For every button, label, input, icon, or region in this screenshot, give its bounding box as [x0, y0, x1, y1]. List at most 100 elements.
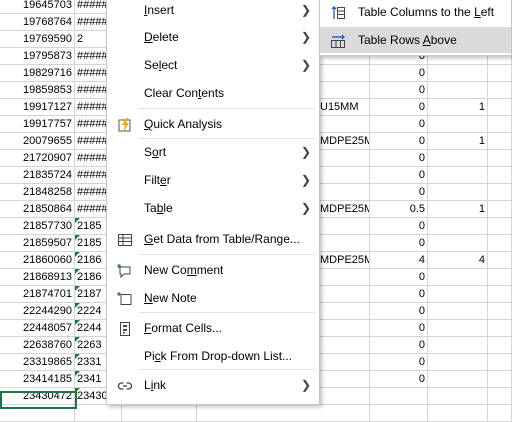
- cell-e[interactable]: 0: [370, 303, 428, 319]
- cell-d[interactable]: [318, 286, 370, 302]
- cell-e[interactable]: 0: [370, 235, 428, 251]
- cell-g[interactable]: [488, 371, 512, 387]
- cell-f[interactable]: [428, 65, 488, 81]
- cell-g[interactable]: [488, 82, 512, 98]
- cell-f[interactable]: [428, 371, 488, 387]
- cell-a[interactable]: 22638760: [0, 337, 75, 353]
- cell-f[interactable]: 1: [428, 99, 488, 115]
- cell-a[interactable]: 22448057: [0, 320, 75, 336]
- cell-d[interactable]: [318, 235, 370, 251]
- menu-item-new-comment[interactable]: New Comment: [107, 257, 319, 283]
- cell-f[interactable]: [428, 388, 488, 404]
- cell-f[interactable]: [428, 303, 488, 319]
- cell-d[interactable]: [318, 167, 370, 183]
- cell-a[interactable]: 21860060: [0, 252, 75, 268]
- cell-e[interactable]: 0: [370, 133, 428, 149]
- cell-e[interactable]: 0: [370, 65, 428, 81]
- cell-d[interactable]: [318, 218, 370, 234]
- cell-a[interactable]: 19859853: [0, 82, 75, 98]
- cell-a[interactable]: 19769590: [0, 31, 75, 47]
- cell-a[interactable]: 21868913: [0, 269, 75, 285]
- cell-g[interactable]: [488, 303, 512, 319]
- cell-g[interactable]: [488, 218, 512, 234]
- cell-d[interactable]: [318, 269, 370, 285]
- cell-a[interactable]: 19829716: [0, 65, 75, 81]
- cell-b[interactable]: [75, 405, 122, 421]
- cell-a[interactable]: 21874701: [0, 286, 75, 302]
- cell-e[interactable]: [370, 405, 428, 421]
- submenu-item-table-columns-left[interactable]: Table Columns to the Left: [320, 0, 511, 25]
- cell-e[interactable]: 0: [370, 337, 428, 353]
- menu-item-select[interactable]: Select ❯: [107, 52, 319, 78]
- cell-e[interactable]: 0: [370, 184, 428, 200]
- cell-g[interactable]: [488, 337, 512, 353]
- cell-a[interactable]: 19917757: [0, 116, 75, 132]
- cell-g[interactable]: [488, 133, 512, 149]
- cell-f[interactable]: [428, 116, 488, 132]
- cell-f[interactable]: [428, 320, 488, 336]
- cell-a[interactable]: 21835724: [0, 167, 75, 183]
- cell-e[interactable]: 4: [370, 252, 428, 268]
- cell-a[interactable]: 22244290: [0, 303, 75, 319]
- cell-d[interactable]: [318, 184, 370, 200]
- cell-f[interactable]: 1: [428, 201, 488, 217]
- cell-a[interactable]: 21859507: [0, 235, 75, 251]
- cell-a[interactable]: 23414185: [0, 371, 75, 387]
- cell-a[interactable]: 21850864: [0, 201, 75, 217]
- cell-a[interactable]: 21857730: [0, 218, 75, 234]
- menu-item-table[interactable]: Table ❯: [107, 195, 319, 221]
- cell-f[interactable]: 1: [428, 133, 488, 149]
- cell-c[interactable]: [122, 405, 197, 421]
- cell-e[interactable]: 0: [370, 116, 428, 132]
- cell-f[interactable]: [428, 150, 488, 166]
- cell-g[interactable]: [488, 150, 512, 166]
- cell-d[interactable]: MDPE25M: [318, 252, 370, 268]
- cell-e[interactable]: 0: [370, 150, 428, 166]
- cell-f[interactable]: [428, 218, 488, 234]
- cell-g[interactable]: [488, 116, 512, 132]
- cell-g[interactable]: [488, 320, 512, 336]
- cell-e[interactable]: 0: [370, 269, 428, 285]
- cell-g[interactable]: [488, 65, 512, 81]
- cell-d[interactable]: [318, 354, 370, 370]
- cell-a[interactable]: 23319865: [0, 354, 75, 370]
- menu-item-delete[interactable]: Delete ❯: [107, 24, 319, 50]
- cell-g[interactable]: [488, 269, 512, 285]
- cell-f[interactable]: [428, 354, 488, 370]
- cell-d[interactable]: U15MM: [318, 99, 370, 115]
- cell-d[interactable]: [318, 320, 370, 336]
- cell-e[interactable]: 0: [370, 354, 428, 370]
- cell-f[interactable]: [428, 235, 488, 251]
- cell-g[interactable]: [488, 99, 512, 115]
- cell-d[interactable]: [318, 82, 370, 98]
- cell-f[interactable]: 4: [428, 252, 488, 268]
- cell-f[interactable]: [428, 286, 488, 302]
- cell-f[interactable]: [428, 337, 488, 353]
- cell-e[interactable]: [370, 388, 428, 404]
- cell-d[interactable]: [318, 371, 370, 387]
- cell-g[interactable]: [488, 354, 512, 370]
- menu-item-link[interactable]: Link ❯: [107, 372, 319, 398]
- cell-e[interactable]: 0: [370, 167, 428, 183]
- cell-d[interactable]: MDPE25M: [318, 133, 370, 149]
- cell-d[interactable]: [318, 405, 370, 421]
- cell-a[interactable]: 21720907: [0, 150, 75, 166]
- cell-e[interactable]: 0: [370, 99, 428, 115]
- cell-e[interactable]: 0: [370, 371, 428, 387]
- cell-e[interactable]: 0: [370, 82, 428, 98]
- cell-a[interactable]: 19795873: [0, 48, 75, 64]
- cell-a[interactable]: 21848258: [0, 184, 75, 200]
- cell-f[interactable]: [428, 269, 488, 285]
- cell-g[interactable]: [488, 252, 512, 268]
- cell-a[interactable]: 20079655: [0, 133, 75, 149]
- cell-e[interactable]: 0: [370, 218, 428, 234]
- menu-item-clear-contents[interactable]: Clear Contents: [107, 80, 319, 106]
- submenu-item-table-rows-above[interactable]: Table Rows Above: [320, 27, 511, 53]
- menu-item-insert[interactable]: Insert ❯: [107, 0, 319, 23]
- menu-item-format-cells[interactable]: Format Cells...: [107, 315, 319, 341]
- menu-item-filter[interactable]: Filter ❯: [107, 167, 319, 193]
- cell-f[interactable]: [428, 167, 488, 183]
- cell-g[interactable]: [488, 201, 512, 217]
- cell-d[interactable]: [318, 116, 370, 132]
- cell-g[interactable]: [488, 235, 512, 251]
